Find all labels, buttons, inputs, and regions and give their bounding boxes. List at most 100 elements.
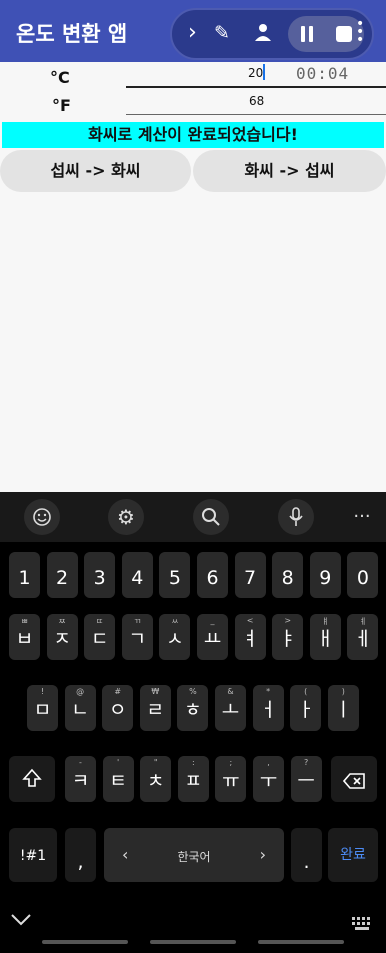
key-row2-3-label: ㄹ (146, 699, 165, 721)
celsius-input[interactable]: 20 (248, 66, 263, 80)
key-row1-8-label: ㅐ (316, 628, 335, 650)
key-row2-4-label: ㅎ (184, 699, 202, 721)
key-row1-3[interactable]: ㄲㄱ (121, 614, 153, 660)
key-row2-2[interactable]: # ㅇ (102, 685, 134, 731)
key-row3-6[interactable]: ? ㅡ (290, 756, 322, 802)
key-5-label: 5 (168, 567, 181, 589)
key-row2-5-label: ㅗ (221, 699, 240, 721)
key-row2-1[interactable]: @ ㄴ (64, 685, 96, 731)
key-8-label: 8 (281, 567, 294, 589)
key-8[interactable]: 8 (272, 552, 304, 598)
key-row1-1[interactable]: ㅉㅈ (46, 614, 78, 660)
hide-keyboard-chevron-icon[interactable] (10, 912, 32, 931)
key-row1-0-label: ㅂ (15, 628, 34, 650)
key-row1-5[interactable]: _ ㅛ (197, 614, 228, 660)
key-7-label: 7 (244, 567, 257, 589)
key-2[interactable]: 2 (46, 552, 78, 598)
search-icon[interactable] (193, 499, 229, 535)
shift-key[interactable] (9, 756, 55, 802)
stop-icon[interactable] (336, 25, 352, 47)
key-0-label: 0 (356, 567, 369, 589)
more-horizontal-icon[interactable]: ··· (344, 499, 380, 535)
key-row2-0[interactable]: ! ㅁ (27, 685, 58, 731)
symbols-key[interactable]: !#1 (9, 828, 57, 882)
key-row1-9[interactable]: ㅖㅔ (347, 614, 379, 660)
fahrenheit-input-underline (126, 114, 386, 115)
key-row3-0-label: ㅋ (71, 770, 90, 792)
comma-key-label: , (77, 851, 84, 873)
settings-gear-icon[interactable]: ⚙ (108, 499, 144, 535)
key-row2-1-label: ㄴ (71, 699, 89, 721)
key-7[interactable]: 7 (234, 552, 266, 598)
key-row3-3-label: ㅍ (184, 770, 203, 792)
key-1[interactable]: 1 (9, 552, 40, 598)
key-row1-8[interactable]: ㅒㅐ (309, 614, 341, 660)
key-row2-8[interactable]: ) ㅣ (327, 685, 359, 731)
key-0[interactable]: 0 (347, 552, 379, 598)
key-9-label: 9 (319, 567, 332, 589)
key-row1-6-label: ㅕ (241, 628, 259, 650)
key-row3-0[interactable]: -ㅋ (65, 756, 96, 802)
key-row2-5[interactable]: & ㅗ (215, 685, 246, 731)
app-bar: 온도 변환 앱 › ✎ • • • (0, 0, 386, 62)
key-row1-7-label: ㅑ (278, 628, 297, 650)
recording-timer: 00:04 (296, 64, 350, 83)
key-row1-3-label: ㄱ (128, 628, 147, 650)
key-row2-6-label: ㅓ (259, 699, 277, 721)
key-9[interactable]: 9 (309, 552, 341, 598)
key-row1-5-label: ㅛ (203, 628, 222, 650)
backspace-key[interactable] (331, 756, 377, 802)
key-3[interactable]: 3 (84, 552, 116, 598)
app-title: 온도 변환 앱 (16, 22, 128, 46)
key-6[interactable]: 6 (197, 552, 228, 598)
fahrenheit-label: °F (52, 96, 71, 115)
pen-icon[interactable]: ✎ (214, 22, 230, 44)
key-row1-7[interactable]: > ㅑ (272, 614, 304, 660)
key-4-label: 4 (131, 567, 144, 589)
key-row2-6[interactable]: * ㅓ (252, 685, 284, 731)
nav-recents-handle[interactable] (42, 940, 128, 944)
key-row3-1[interactable]: ' ㅌ (102, 756, 134, 802)
status-message: 화씨로 계산이 완료되었습니다! (2, 122, 384, 148)
key-row3-2-label: ㅊ (146, 770, 165, 792)
key-row2-3[interactable]: ₩ ㄹ (139, 685, 171, 731)
pause-icon[interactable] (300, 25, 314, 47)
done-key-label: 완료 (340, 847, 366, 863)
key-5[interactable]: 5 (159, 552, 191, 598)
language-label: 한국어 (177, 850, 211, 864)
comma-key[interactable]: , (65, 828, 96, 882)
fahrenheit-to-celsius-button[interactable]: 화씨 -> 섭씨 (193, 150, 386, 192)
key-row1-0[interactable]: ㅃㅂ (9, 614, 40, 660)
key-row1-4[interactable]: ㅆㅅ (159, 614, 191, 660)
key-row3-1-label: ㅌ (109, 770, 127, 792)
key-row3-4[interactable]: ; ㅠ (215, 756, 247, 802)
person-icon[interactable] (254, 23, 272, 46)
shift-arrow-icon (22, 768, 42, 793)
converter-content: °C 20 00:04 °F 68 화씨로 계산이 완료되었습니다! 섭씨 ->… (0, 62, 386, 492)
key-3-label: 3 (93, 567, 106, 589)
microphone-icon[interactable] (278, 499, 314, 535)
fahrenheit-input[interactable]: 68 (249, 94, 264, 108)
key-row2-7-label: ㅏ (296, 699, 315, 721)
key-row2-7[interactable]: (ㅏ (290, 685, 322, 731)
keyboard-switch-icon[interactable] (352, 916, 374, 935)
celsius-to-fahrenheit-button[interactable]: 섭씨 -> 화씨 (0, 150, 191, 192)
more-vertical-icon[interactable]: • • • (356, 17, 364, 47)
chevron-right-icon[interactable]: › (188, 20, 197, 45)
key-row2-4[interactable]: % ㅎ (177, 685, 209, 731)
key-row1-2[interactable]: ㄸㄷ (84, 614, 116, 660)
key-row3-5[interactable]: ,ㅜ (253, 756, 284, 802)
emoji-icon[interactable] (24, 499, 60, 535)
language-right-arrow-icon: › (259, 845, 266, 864)
key-row1-6[interactable]: < ㅕ (234, 614, 266, 660)
screen-recorder-controls: › ✎ • • • (170, 8, 374, 60)
recorder-action-group (288, 16, 364, 52)
nav-home-handle[interactable] (150, 940, 236, 944)
key-row3-3[interactable]: :ㅍ (177, 756, 209, 802)
space-key[interactable]: ‹ 한국어 › (104, 828, 284, 882)
period-key[interactable]: . (291, 828, 322, 882)
key-4[interactable]: 4 (121, 552, 153, 598)
done-key[interactable]: 완료 (328, 828, 378, 882)
key-row3-2[interactable]: " ㅊ (140, 756, 172, 802)
nav-back-handle[interactable] (258, 940, 344, 944)
